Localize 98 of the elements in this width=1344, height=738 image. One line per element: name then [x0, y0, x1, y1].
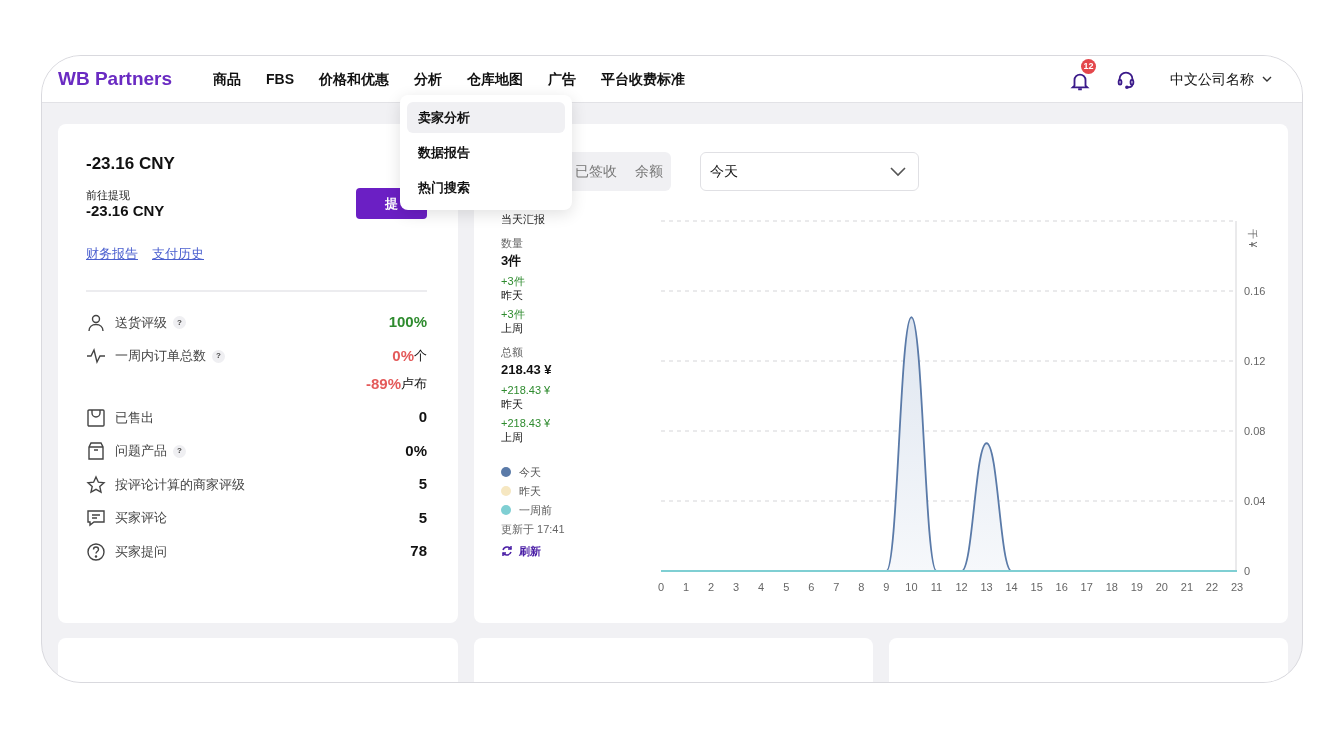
box-icon: [86, 441, 106, 461]
legend-label: 昨天: [519, 484, 541, 499]
nav-item[interactable]: 平台收费标准: [601, 68, 685, 90]
nav-item[interactable]: 广告: [548, 68, 576, 90]
y-tick-label: 0.16: [1244, 285, 1266, 297]
menu-item[interactable]: 卖家分析: [407, 102, 565, 133]
stat-label: 按评论计算的商家评级: [115, 475, 245, 494]
x-tick-label: 5: [783, 581, 790, 593]
question-icon: [86, 541, 106, 562]
change-label: 上周: [501, 430, 524, 444]
updated-time: 更新于 17:41: [501, 522, 566, 537]
nav-item[interactable]: 仓库地图: [467, 68, 523, 90]
stat-label: 一周内订单总数: [115, 347, 206, 366]
company-menu[interactable]: 中文公司名称: [1170, 68, 1272, 90]
y-tick-label: 0.12: [1244, 355, 1266, 367]
x-tick-label: 22: [1205, 581, 1219, 593]
chevron-down-icon: [890, 166, 906, 177]
y-tick-label: 0.04: [1244, 495, 1266, 507]
refresh-icon: [501, 545, 513, 558]
metric-value: 218.43 ¥: [501, 362, 553, 378]
x-tick-label: 20: [1155, 581, 1168, 593]
help-badge[interactable]: ?: [173, 444, 186, 458]
notifications-button[interactable]: 12: [1068, 59, 1100, 93]
stat-label: 送货评级: [115, 313, 167, 332]
y-tick-label: 0: [1244, 565, 1251, 577]
metric-label: 总额: [501, 345, 524, 359]
link[interactable]: 支付历史: [152, 244, 204, 264]
stat-value: 0: [418, 407, 427, 428]
stat-unit: 个: [414, 347, 427, 366]
balance-amount: -23.16 CNY: [86, 154, 176, 174]
x-tick-label: 0: [657, 581, 665, 593]
withdraw-amount: -23.16 CNY: [86, 202, 165, 220]
stat-value: 78: [410, 541, 427, 562]
nav-item[interactable]: 价格和优惠: [319, 68, 389, 90]
stat-unit: 卢布: [401, 375, 427, 394]
x-tick-label: 18: [1105, 581, 1118, 593]
help-badge[interactable]: ?: [212, 349, 225, 363]
change-value: +218.43 ¥: [501, 417, 552, 430]
x-tick-label: 21: [1180, 581, 1194, 593]
x-tick-label: 15: [1030, 581, 1043, 593]
pulse-icon: [86, 346, 106, 366]
change-label: 昨天: [501, 288, 524, 302]
x-tick-label: 8: [858, 581, 865, 593]
chat-icon: [86, 508, 106, 528]
stat-label: 买家提问: [115, 542, 167, 561]
stat-label: 已售出: [115, 408, 154, 427]
x-tick-label: 2: [708, 581, 715, 593]
logo[interactable]: WB Partners: [58, 64, 213, 94]
change-value: +3件: [501, 308, 526, 321]
x-tick-label: 6: [808, 581, 815, 593]
x-tick-label: 1: [683, 581, 690, 593]
stat-value: 0%: [392, 345, 414, 366]
nav-item[interactable]: 商品: [213, 68, 241, 90]
y-tick-label: 0.08: [1244, 425, 1266, 437]
withdraw-label: 前往提现: [86, 189, 131, 202]
metric-value: 3件: [501, 253, 523, 269]
bag-icon: [86, 407, 106, 428]
x-tick-label: 12: [955, 581, 968, 593]
nav-item[interactable]: FBS: [266, 68, 294, 90]
x-tick-label: 7: [833, 581, 840, 593]
stat-label: 买家评论: [115, 509, 167, 528]
stat-value: 5: [418, 507, 427, 528]
x-tick-label: 3: [733, 581, 740, 593]
x-tick-label: 17: [1080, 581, 1093, 593]
segment-tab[interactable]: 余额: [633, 157, 665, 186]
change-value: +218.43 ¥: [501, 384, 552, 397]
metric-label: 数量: [501, 236, 524, 250]
x-tick-label: 10: [905, 581, 918, 593]
legend-label: 一周前: [519, 503, 552, 518]
link[interactable]: 财务报告: [86, 244, 138, 264]
x-tick-label: 13: [980, 581, 993, 593]
change-label: 昨天: [501, 397, 524, 411]
nav-item[interactable]: 分析: [414, 68, 442, 90]
stat-value: 100%: [388, 312, 427, 333]
change-label: 上周: [501, 321, 524, 335]
period-select[interactable]: 今天: [700, 152, 919, 191]
refresh-link[interactable]: 刷新: [501, 543, 541, 560]
x-tick-label: 23: [1230, 581, 1244, 593]
help-badge[interactable]: ?: [173, 316, 186, 329]
stat-value: 0%: [405, 440, 427, 461]
notification-badge: 12: [1081, 59, 1096, 74]
report-title: 当天汇报: [501, 212, 546, 226]
segment-tab[interactable]: 已签收: [573, 157, 619, 186]
x-tick-label: 16: [1055, 581, 1068, 593]
stat-value: 5: [418, 474, 427, 495]
stat-label: 问题产品: [115, 442, 167, 461]
chevron-down-icon: [1262, 74, 1272, 84]
user-icon: [86, 312, 106, 333]
x-tick-label: 11: [930, 581, 943, 593]
x-tick-label: 14: [1005, 581, 1018, 593]
change-value: +3件: [501, 275, 526, 288]
stat-value: -89%: [365, 373, 401, 394]
x-tick-label: 9: [883, 581, 890, 593]
x-tick-label: 4: [758, 581, 765, 593]
star-icon: [86, 474, 106, 495]
legend-label: 今天: [519, 465, 541, 480]
y-axis-label: 千 ¥: [1247, 229, 1258, 248]
x-tick-label: 19: [1130, 581, 1143, 593]
